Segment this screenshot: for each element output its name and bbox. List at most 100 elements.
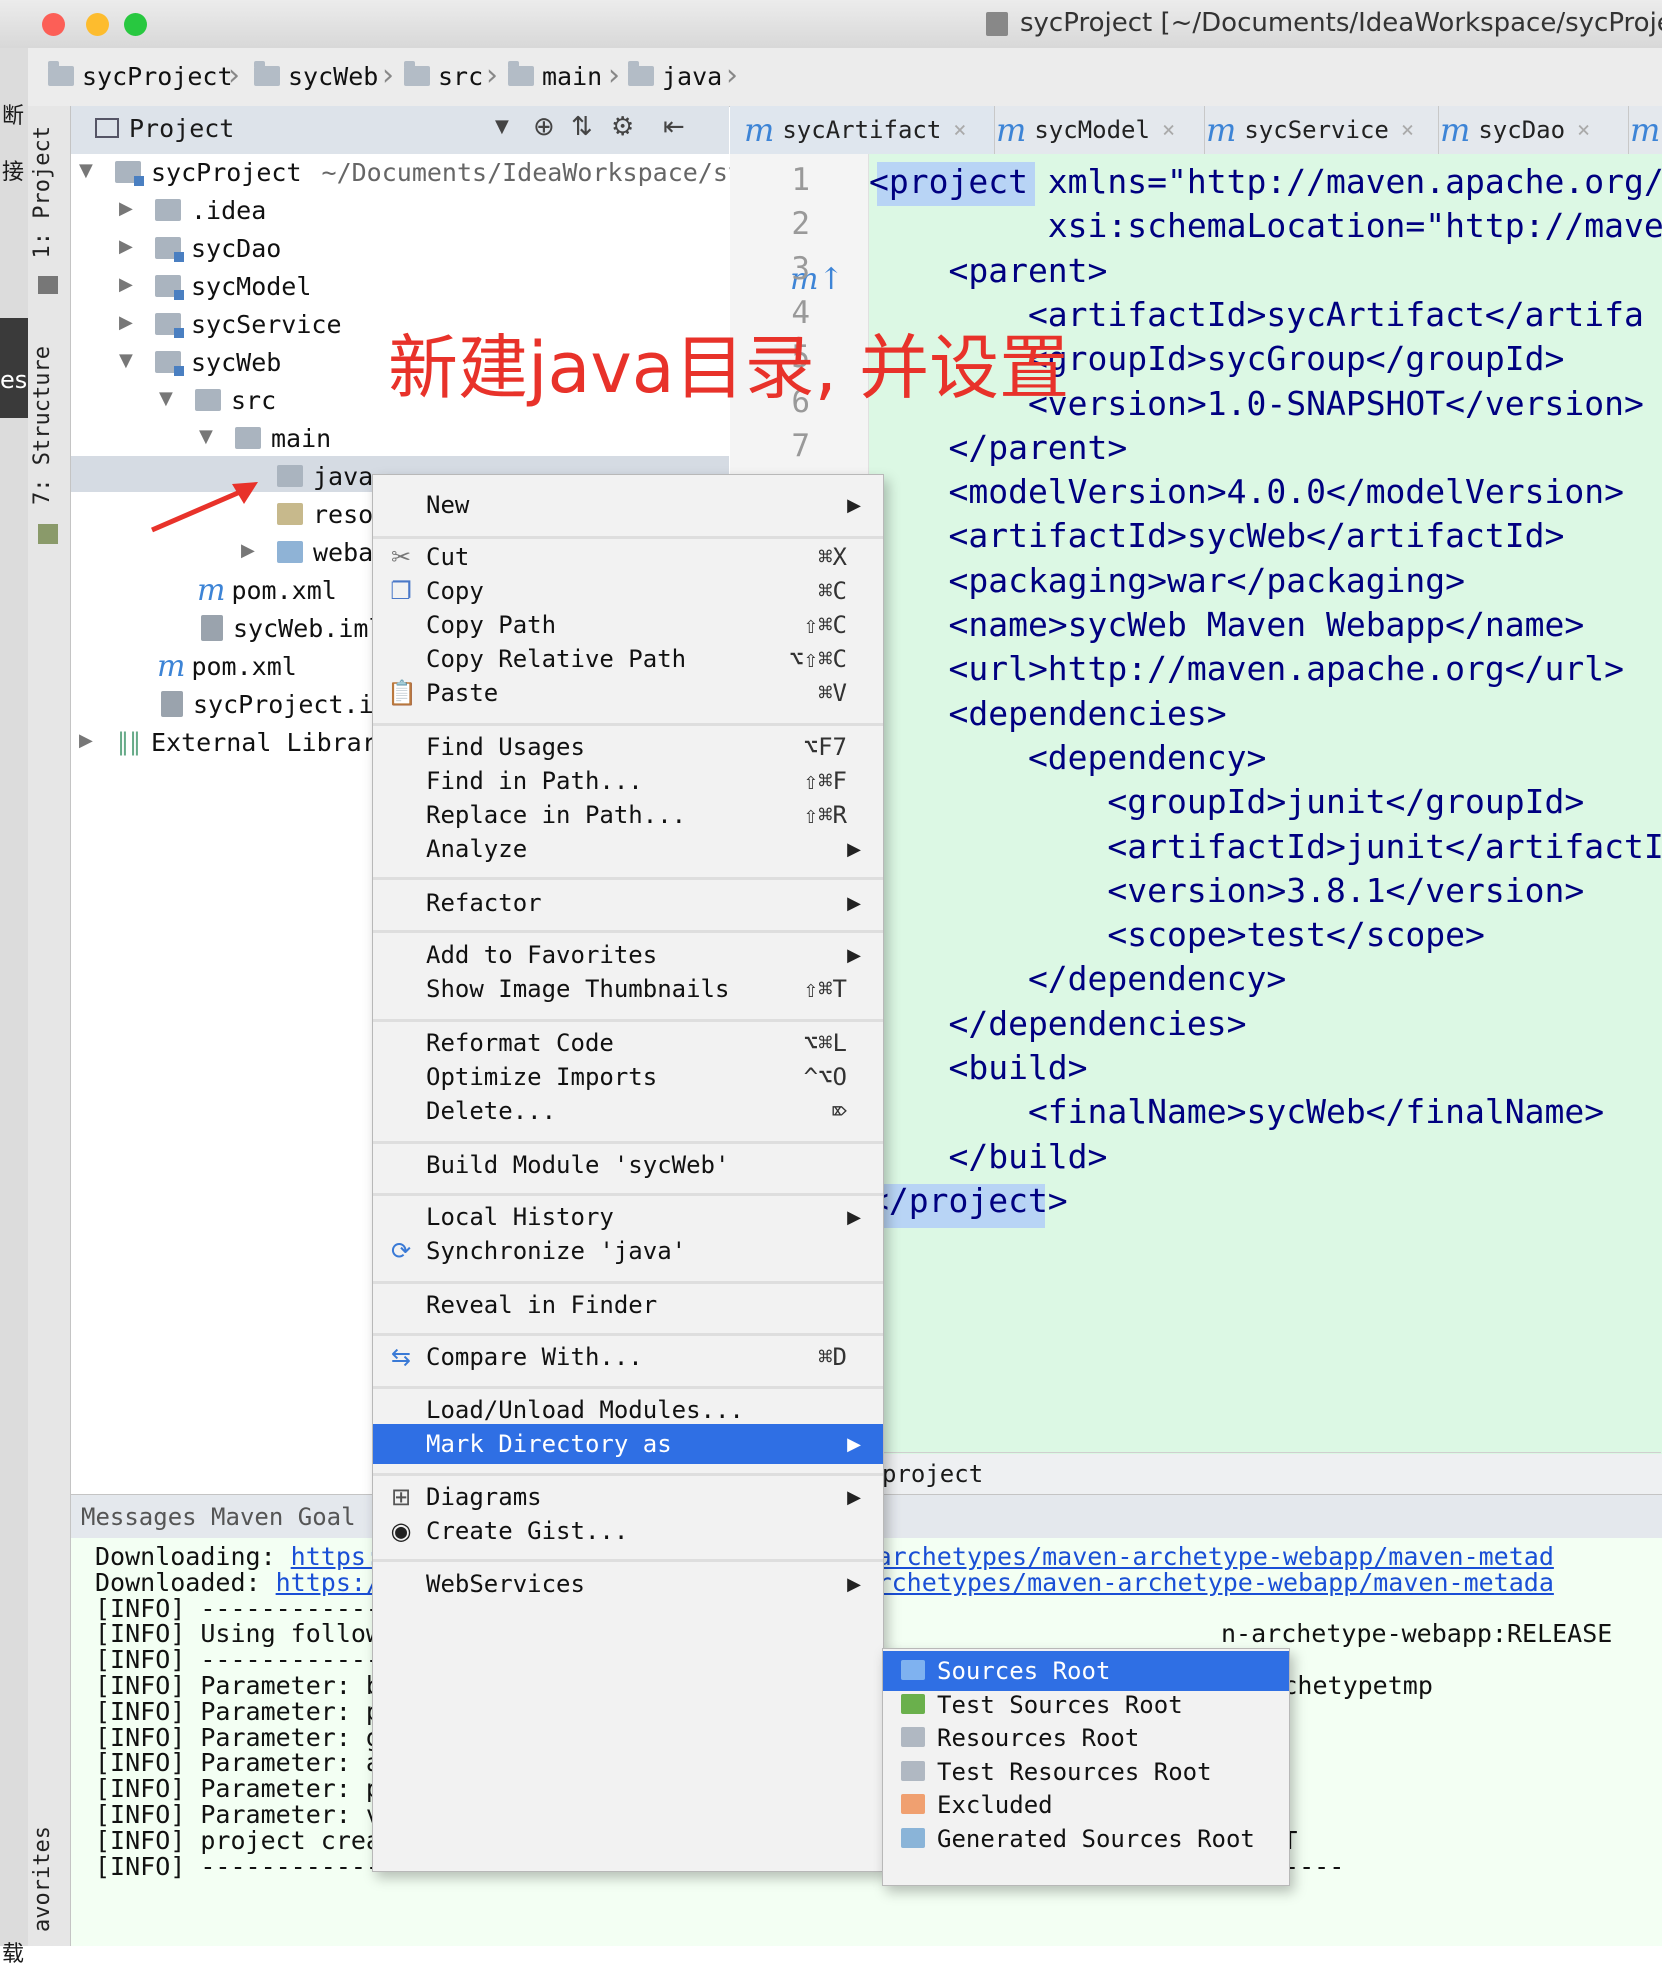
breadcrumb-sycweb[interactable]: sycWeb (254, 58, 378, 94)
tree-item-pom-xml[interactable]: m pom.xml (197, 572, 337, 608)
menu-item-label: Reformat Code (426, 1029, 614, 1057)
folder-color-icon (901, 1727, 925, 1748)
menu-item-webservices[interactable]: WebServices ▶ (373, 1564, 883, 1604)
resources-folder-icon (277, 503, 303, 525)
expand-triangle-icon[interactable]: ▼ (79, 160, 93, 181)
collapsed-triangle-icon[interactable]: ▶ (79, 730, 93, 751)
menu-item-synchronize-java[interactable]: ⟳ Synchronize 'java' (373, 1231, 883, 1271)
minimize-window-button[interactable] (86, 13, 109, 36)
expand-triangle-icon[interactable]: ▼ (119, 350, 133, 371)
folder-color-icon (901, 1794, 925, 1815)
tool-tab-project[interactable]: 1: Project (30, 126, 55, 258)
tree-item-main[interactable]: main (235, 420, 331, 456)
tree-item-sycweb[interactable]: sycWeb (155, 344, 281, 380)
console-line-tail: n-archetype-webapp:RELEASE (1221, 1619, 1613, 1649)
footer-breadcrumb-project[interactable]: project (882, 1460, 983, 1488)
menu-item-refactor[interactable]: Refactor ▶ (373, 883, 883, 923)
tree-item-sycdao[interactable]: sycDao (155, 230, 281, 266)
folder-icon (155, 199, 181, 221)
close-tab-icon[interactable]: × (1162, 118, 1175, 143)
code-line: <name>sycWeb Maven Webapp</name> (869, 605, 1585, 644)
tree-item-webapp[interactable]: weba (277, 534, 373, 570)
tab-sycartifact[interactable]: m sycArtifact × (730, 106, 995, 154)
close-window-button[interactable] (42, 13, 65, 36)
tree-item-resources[interactable]: reso (277, 496, 373, 532)
close-tab-icon[interactable]: × (1577, 118, 1590, 143)
menu-item-paste[interactable]: 📋 Paste ⌘V (373, 673, 883, 713)
menu-separator (373, 930, 883, 933)
menu-item-show-image-thumbnails[interactable]: Show Image Thumbnails ⇧⌘T (373, 969, 883, 1009)
breadcrumb-src[interactable]: src (404, 58, 483, 94)
menu-item-label: WebServices (426, 1570, 585, 1598)
structure-tool-icon (38, 524, 58, 544)
tool-tab-structure[interactable]: 7: Structure (30, 346, 55, 505)
code-line: <scope>test</scope> (869, 915, 1485, 955)
project-view-icon (95, 118, 119, 138)
messages-panel-title[interactable]: Messages Maven Goal (81, 1503, 356, 1531)
hide-panel-icon[interactable]: ⇤ (663, 112, 685, 142)
breadcrumb-java[interactable]: java (628, 58, 722, 94)
menu-shortcut: ⌘X (818, 543, 847, 571)
collapsed-triangle-icon[interactable]: ▶ (119, 274, 133, 295)
tree-item-sycservice[interactable]: sycService (155, 306, 342, 342)
submenu-item-generated-sources-root[interactable]: Generated Sources Root (883, 1819, 1289, 1859)
scroll-from-source-icon[interactable]: ⊕ (533, 112, 555, 142)
expand-triangle-icon[interactable]: ▼ (199, 426, 213, 447)
close-tab-icon[interactable]: × (1401, 118, 1414, 143)
module-folder-icon (115, 161, 144, 186)
folder-icon (277, 465, 303, 487)
code-line: <artifactId>sycWeb</artifactId> (869, 516, 1565, 556)
code-line: <version>3.8.1</version> (869, 870, 1585, 910)
close-tab-icon[interactable]: × (953, 118, 966, 143)
code-line: <artifactId>junit</artifactI (869, 826, 1662, 866)
expand-triangle-icon[interactable]: ▼ (159, 388, 173, 409)
tool-tab-favorites[interactable]: avorites (30, 1826, 55, 1932)
tree-item-external-libraries[interactable]: ‖‖ External Librari (117, 724, 392, 760)
tree-item-java[interactable]: java (277, 458, 373, 494)
tree-item-idea[interactable]: .idea (155, 192, 266, 228)
scissors-icon: ✂ (390, 543, 412, 571)
menu-item-analyze[interactable]: Analyze ▶ (373, 829, 883, 869)
breadcrumb-main[interactable]: main (508, 58, 602, 94)
line-number: 7 (791, 427, 810, 464)
menu-item-label: Analyze (426, 835, 528, 863)
breadcrumb-sycproject[interactable]: sycProject (48, 58, 233, 94)
submenu-arrow-icon: ▶ (847, 838, 861, 860)
zoom-window-button[interactable] (124, 13, 147, 36)
collapsed-triangle-icon[interactable]: ▶ (119, 236, 133, 257)
menu-separator (373, 1473, 883, 1476)
menu-item-compare-with[interactable]: ⇆ Compare With... ⌘D (373, 1337, 883, 1377)
tab-sycdao[interactable]: m sycDao × (1426, 106, 1629, 154)
submenu-arrow-icon: ▶ (847, 892, 861, 914)
menu-item-delete[interactable]: Delete... ⌦ (373, 1091, 883, 1131)
tree-item-root-pom-xml[interactable]: m pom.xml (157, 648, 297, 684)
menu-item-build-module-sycweb[interactable]: Build Module 'sycWeb' (373, 1145, 883, 1185)
copy-icon: ❐ (390, 577, 412, 605)
gear-icon[interactable]: ⚙ (611, 112, 634, 142)
github-icon: ◉ (390, 1517, 412, 1545)
tree-item-sycproject-iml[interactable]: sycProject.im (161, 686, 389, 722)
menu-item-create-gist[interactable]: ◉ Create Gist... (373, 1511, 883, 1551)
project-view-selector[interactable]: Project (129, 114, 234, 143)
menu-item-mark-directory-as[interactable]: Mark Directory as ▶ (373, 1424, 883, 1464)
menu-item-label: Replace in Path... (426, 801, 687, 829)
chevron-down-icon[interactable]: ▼ (495, 116, 509, 137)
tree-item-sycproject[interactable]: sycProject ~/Documents/IdeaWorkspace/syc (115, 154, 758, 190)
library-icon: ‖‖ (117, 728, 141, 756)
collapsed-triangle-icon[interactable]: ▶ (241, 540, 255, 561)
menu-item-new[interactable]: New ▶ (373, 485, 883, 525)
menu-shortcut: ⌥⌘L (803, 1029, 847, 1057)
tree-item-src[interactable]: src (195, 382, 276, 418)
tree-item-sycmodel[interactable]: sycModel (155, 268, 311, 304)
tab-sycservice[interactable]: m sycService × (1192, 106, 1439, 154)
tree-item-sycweb-iml[interactable]: sycWeb.iml (201, 610, 384, 646)
menu-item-reveal-in-finder[interactable]: Reveal in Finder (373, 1285, 883, 1325)
tab-sycmodel[interactable]: m sycModel × (982, 106, 1205, 154)
collapsed-triangle-icon[interactable]: ▶ (119, 312, 133, 333)
tab-overflow[interactable]: m (1616, 106, 1662, 154)
collapse-all-icon[interactable]: ⇅ (571, 112, 593, 142)
menu-item-label: Mark Directory as (426, 1430, 672, 1458)
line-number: 2 (791, 206, 810, 243)
collapsed-triangle-icon[interactable]: ▶ (119, 198, 133, 219)
line-number: 1 (791, 162, 810, 198)
